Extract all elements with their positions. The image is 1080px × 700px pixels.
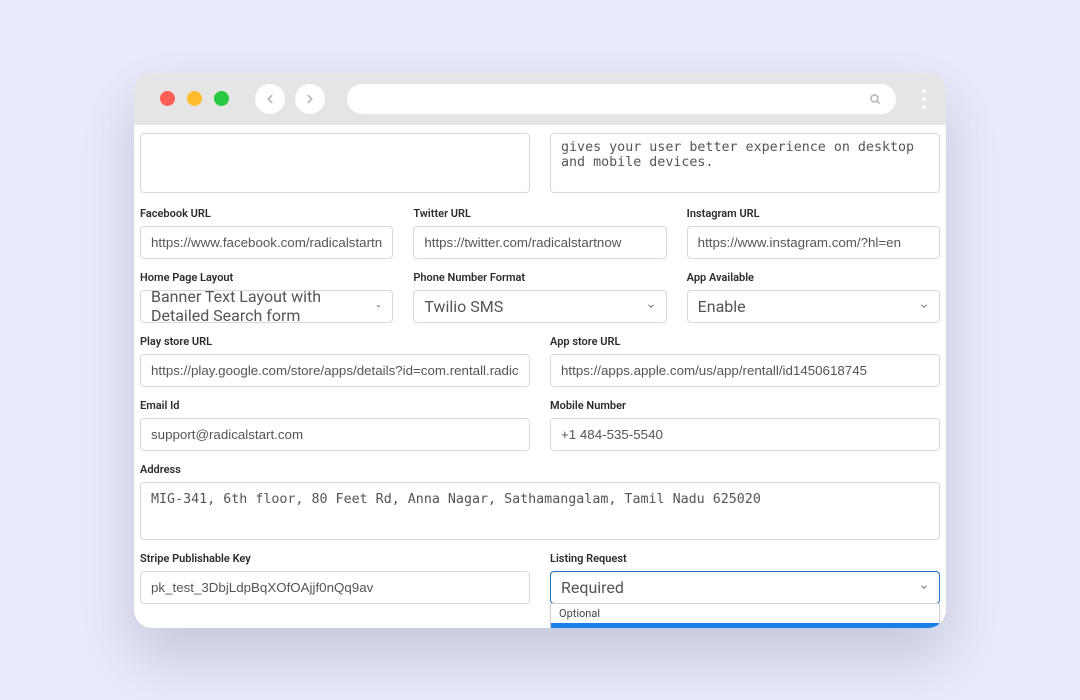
play-store-label: Play store URL [140,335,530,348]
email-label: Email Id [140,399,530,412]
facebook-url-label: Facebook URL [140,207,393,220]
twitter-url-label: Twitter URL [413,207,666,220]
play-store-input[interactable] [140,354,530,387]
page-content: Facebook URL Twitter URL Instagram URL H… [134,125,946,628]
nav-forward-button[interactable] [295,84,325,114]
twitter-url-input[interactable] [413,226,666,259]
browser-chrome [134,73,946,125]
search-icon [868,92,882,106]
chevron-down-icon [919,301,929,311]
listing-option-required[interactable]: Required [551,623,939,628]
mobile-input[interactable] [550,418,940,451]
app-available-label: App Available [687,271,940,284]
window-close-dot[interactable] [160,91,175,106]
browser-menu-button[interactable] [922,89,926,109]
facebook-url-input[interactable] [140,226,393,259]
chevron-down-icon [646,301,656,311]
arrow-right-icon [303,92,317,106]
app-available-value: Enable [698,297,746,316]
listing-request-dropdown[interactable]: Optional Required [550,603,940,628]
instagram-url-label: Instagram URL [687,207,940,220]
window-minimize-dot[interactable] [187,91,202,106]
phone-format-select[interactable]: Twilio SMS [413,290,666,323]
email-input[interactable] [140,418,530,451]
stripe-key-label: Stripe Publishable Key [140,552,530,565]
address-label: Address [140,463,940,476]
window-maximize-dot[interactable] [214,91,229,106]
instagram-url-input[interactable] [687,226,940,259]
listing-option-optional[interactable]: Optional [551,604,939,623]
browser-window: Facebook URL Twitter URL Instagram URL H… [134,73,946,628]
app-available-select[interactable]: Enable [687,290,940,323]
url-bar[interactable] [347,84,896,114]
phone-format-label: Phone Number Format [413,271,666,284]
stripe-key-input[interactable] [140,571,530,604]
listing-request-value: Required [561,578,624,597]
home-layout-select[interactable]: Banner Text Layout with Detailed Search … [140,290,393,323]
window-traffic-lights [160,91,229,106]
mobile-label: Mobile Number [550,399,940,412]
chevron-down-icon [375,301,382,311]
app-store-input[interactable] [550,354,940,387]
address-input[interactable] [140,482,940,540]
top-right-textarea[interactable] [550,133,940,193]
home-layout-label: Home Page Layout [140,271,393,284]
listing-request-label: Listing Request [550,552,940,565]
nav-back-button[interactable] [255,84,285,114]
phone-format-value: Twilio SMS [424,297,503,316]
app-store-label: App store URL [550,335,940,348]
arrow-left-icon [263,92,277,106]
chevron-down-icon [919,582,929,592]
nav-buttons [255,84,325,114]
top-left-textarea[interactable] [140,133,530,193]
listing-request-select[interactable]: Required [550,571,940,604]
home-layout-value: Banner Text Layout with Detailed Search … [151,287,375,325]
settings-form: Facebook URL Twitter URL Instagram URL H… [140,133,940,610]
